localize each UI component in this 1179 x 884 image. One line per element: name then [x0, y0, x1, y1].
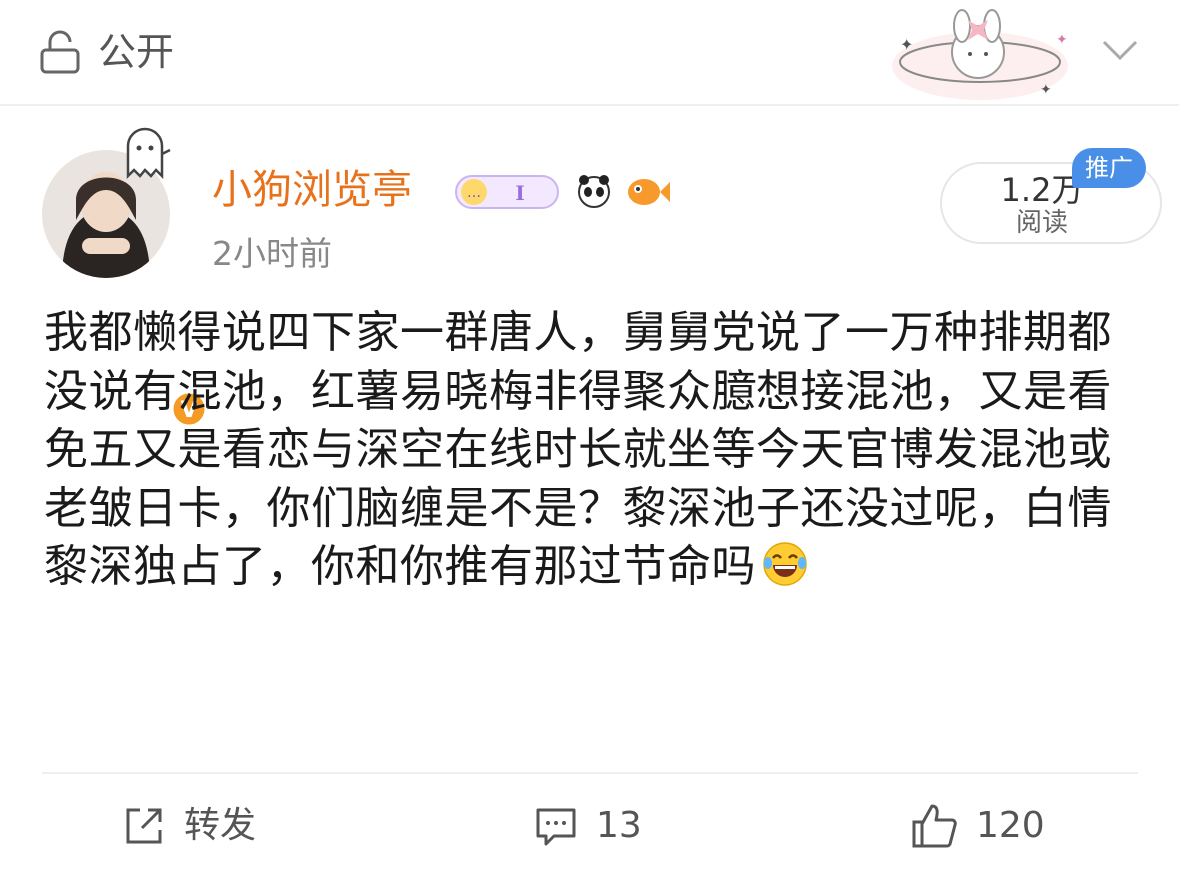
svg-text:✦: ✦ — [900, 35, 913, 54]
repost-label: 转发 — [184, 805, 257, 846]
panda-icon — [578, 175, 610, 208]
bunny-sticker-icon: ✦ ✦ ✦ — [892, 9, 1068, 100]
comment-count: 13 — [596, 805, 642, 846]
post-text: 我都懒得说四下家一群唐人，舅舅党说了一万种排期都没说有混池，红薯易晓梅非得聚众臆… — [44, 307, 1112, 592]
lock-open-icon — [40, 30, 80, 74]
share-icon — [126, 808, 162, 844]
post-body: 我都懒得说四下家一群唐人，舅舅党说了一万种排期都没说有混池，红薯易晓梅非得聚众臆… — [44, 304, 1144, 597]
top-bar: 公开 ✦ ✦ ✦ — [0, 0, 1179, 104]
svg-text:…: … — [467, 185, 481, 201]
svg-text:✦: ✦ — [1056, 32, 1068, 48]
post-time: 2小时前 — [212, 234, 332, 273]
comment-button[interactable]: 13 — [534, 800, 642, 852]
like-count: 120 — [976, 805, 1045, 846]
username[interactable]: 小狗浏览亭 — [212, 164, 412, 216]
reads-label: 阅读 — [1015, 208, 1068, 238]
fish-icon — [628, 179, 670, 205]
svg-text:✦: ✦ — [1040, 82, 1052, 98]
laughing-tears-emoji-icon — [763, 542, 807, 586]
ghost-icon — [126, 127, 171, 180]
svg-text:I: I — [515, 181, 524, 205]
visibility-label[interactable]: 公开 — [98, 30, 174, 74]
chevron-down-icon[interactable] — [1098, 30, 1142, 70]
like-button[interactable]: 120 — [910, 800, 1045, 852]
promo-tag: 推广 — [1072, 148, 1146, 188]
chat-badge-icon: … I — [455, 175, 559, 209]
divider — [42, 772, 1138, 774]
repost-button[interactable]: 转发 — [122, 800, 256, 852]
badge-strip: … I — [455, 175, 670, 209]
thumbs-up-icon — [912, 804, 957, 848]
comment-icon — [536, 808, 576, 846]
divider — [0, 104, 1179, 106]
